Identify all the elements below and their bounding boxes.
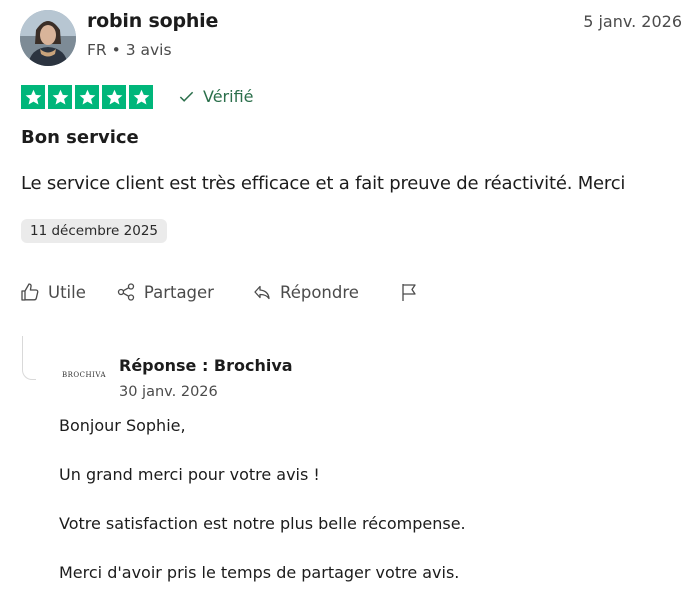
reply-paragraph: Un grand merci pour votre avis ! <box>59 465 320 484</box>
review-body: Le service client est très efficace et a… <box>21 173 626 194</box>
review-date: 5 janv. 2026 <box>583 12 682 31</box>
verified-label: Vérifié <box>203 87 254 106</box>
avatar[interactable] <box>20 10 76 66</box>
thumbs-up-icon <box>21 283 39 301</box>
star-icon <box>48 85 72 109</box>
star-rating <box>21 85 153 109</box>
star-icon <box>21 85 45 109</box>
star-icon <box>129 85 153 109</box>
reply-header: Réponse : Brochiva <box>119 356 293 375</box>
star-icon <box>102 85 126 109</box>
flag-icon <box>402 284 416 301</box>
reviewer-country: FR <box>87 41 107 59</box>
reply-connector-line <box>22 336 36 380</box>
reviewer-meta: FR • 3 avis <box>87 41 172 59</box>
verified-badge[interactable]: Vérifié <box>178 87 254 106</box>
reply-button[interactable]: Répondre <box>252 282 359 302</box>
share-button[interactable]: Partager <box>116 282 214 302</box>
experience-date-badge: 11 décembre 2025 <box>21 219 167 243</box>
review-actions: Utile Partager Répondre <box>20 282 419 302</box>
report-flag-button[interactable] <box>399 282 419 302</box>
brand-logo: BROCHIVA <box>62 371 107 379</box>
reviewer-review-count: 3 avis <box>125 41 172 59</box>
reply-arrow-icon <box>254 285 270 300</box>
share-label: Partager <box>143 282 214 302</box>
reply-paragraph: Merci d'avoir pris le temps de partager … <box>59 563 460 582</box>
reviewer-name[interactable]: robin sophie <box>87 10 218 32</box>
reply-date: 30 janv. 2026 <box>119 384 218 400</box>
reply-paragraph: Votre satisfaction est notre plus belle … <box>59 514 466 533</box>
useful-label: Utile <box>48 282 86 302</box>
reply-paragraph: Bonjour Sophie, <box>59 416 186 435</box>
review-title: Bon service <box>21 127 139 148</box>
share-icon <box>117 283 135 301</box>
check-icon <box>179 91 194 102</box>
reply-label: Répondre <box>279 282 359 302</box>
star-icon <box>75 85 99 109</box>
review-card: robin sophie FR • 3 avis 5 janv. 2026 Vé… <box>0 0 692 602</box>
meta-separator: • <box>111 41 121 59</box>
useful-button[interactable]: Utile <box>20 282 86 302</box>
